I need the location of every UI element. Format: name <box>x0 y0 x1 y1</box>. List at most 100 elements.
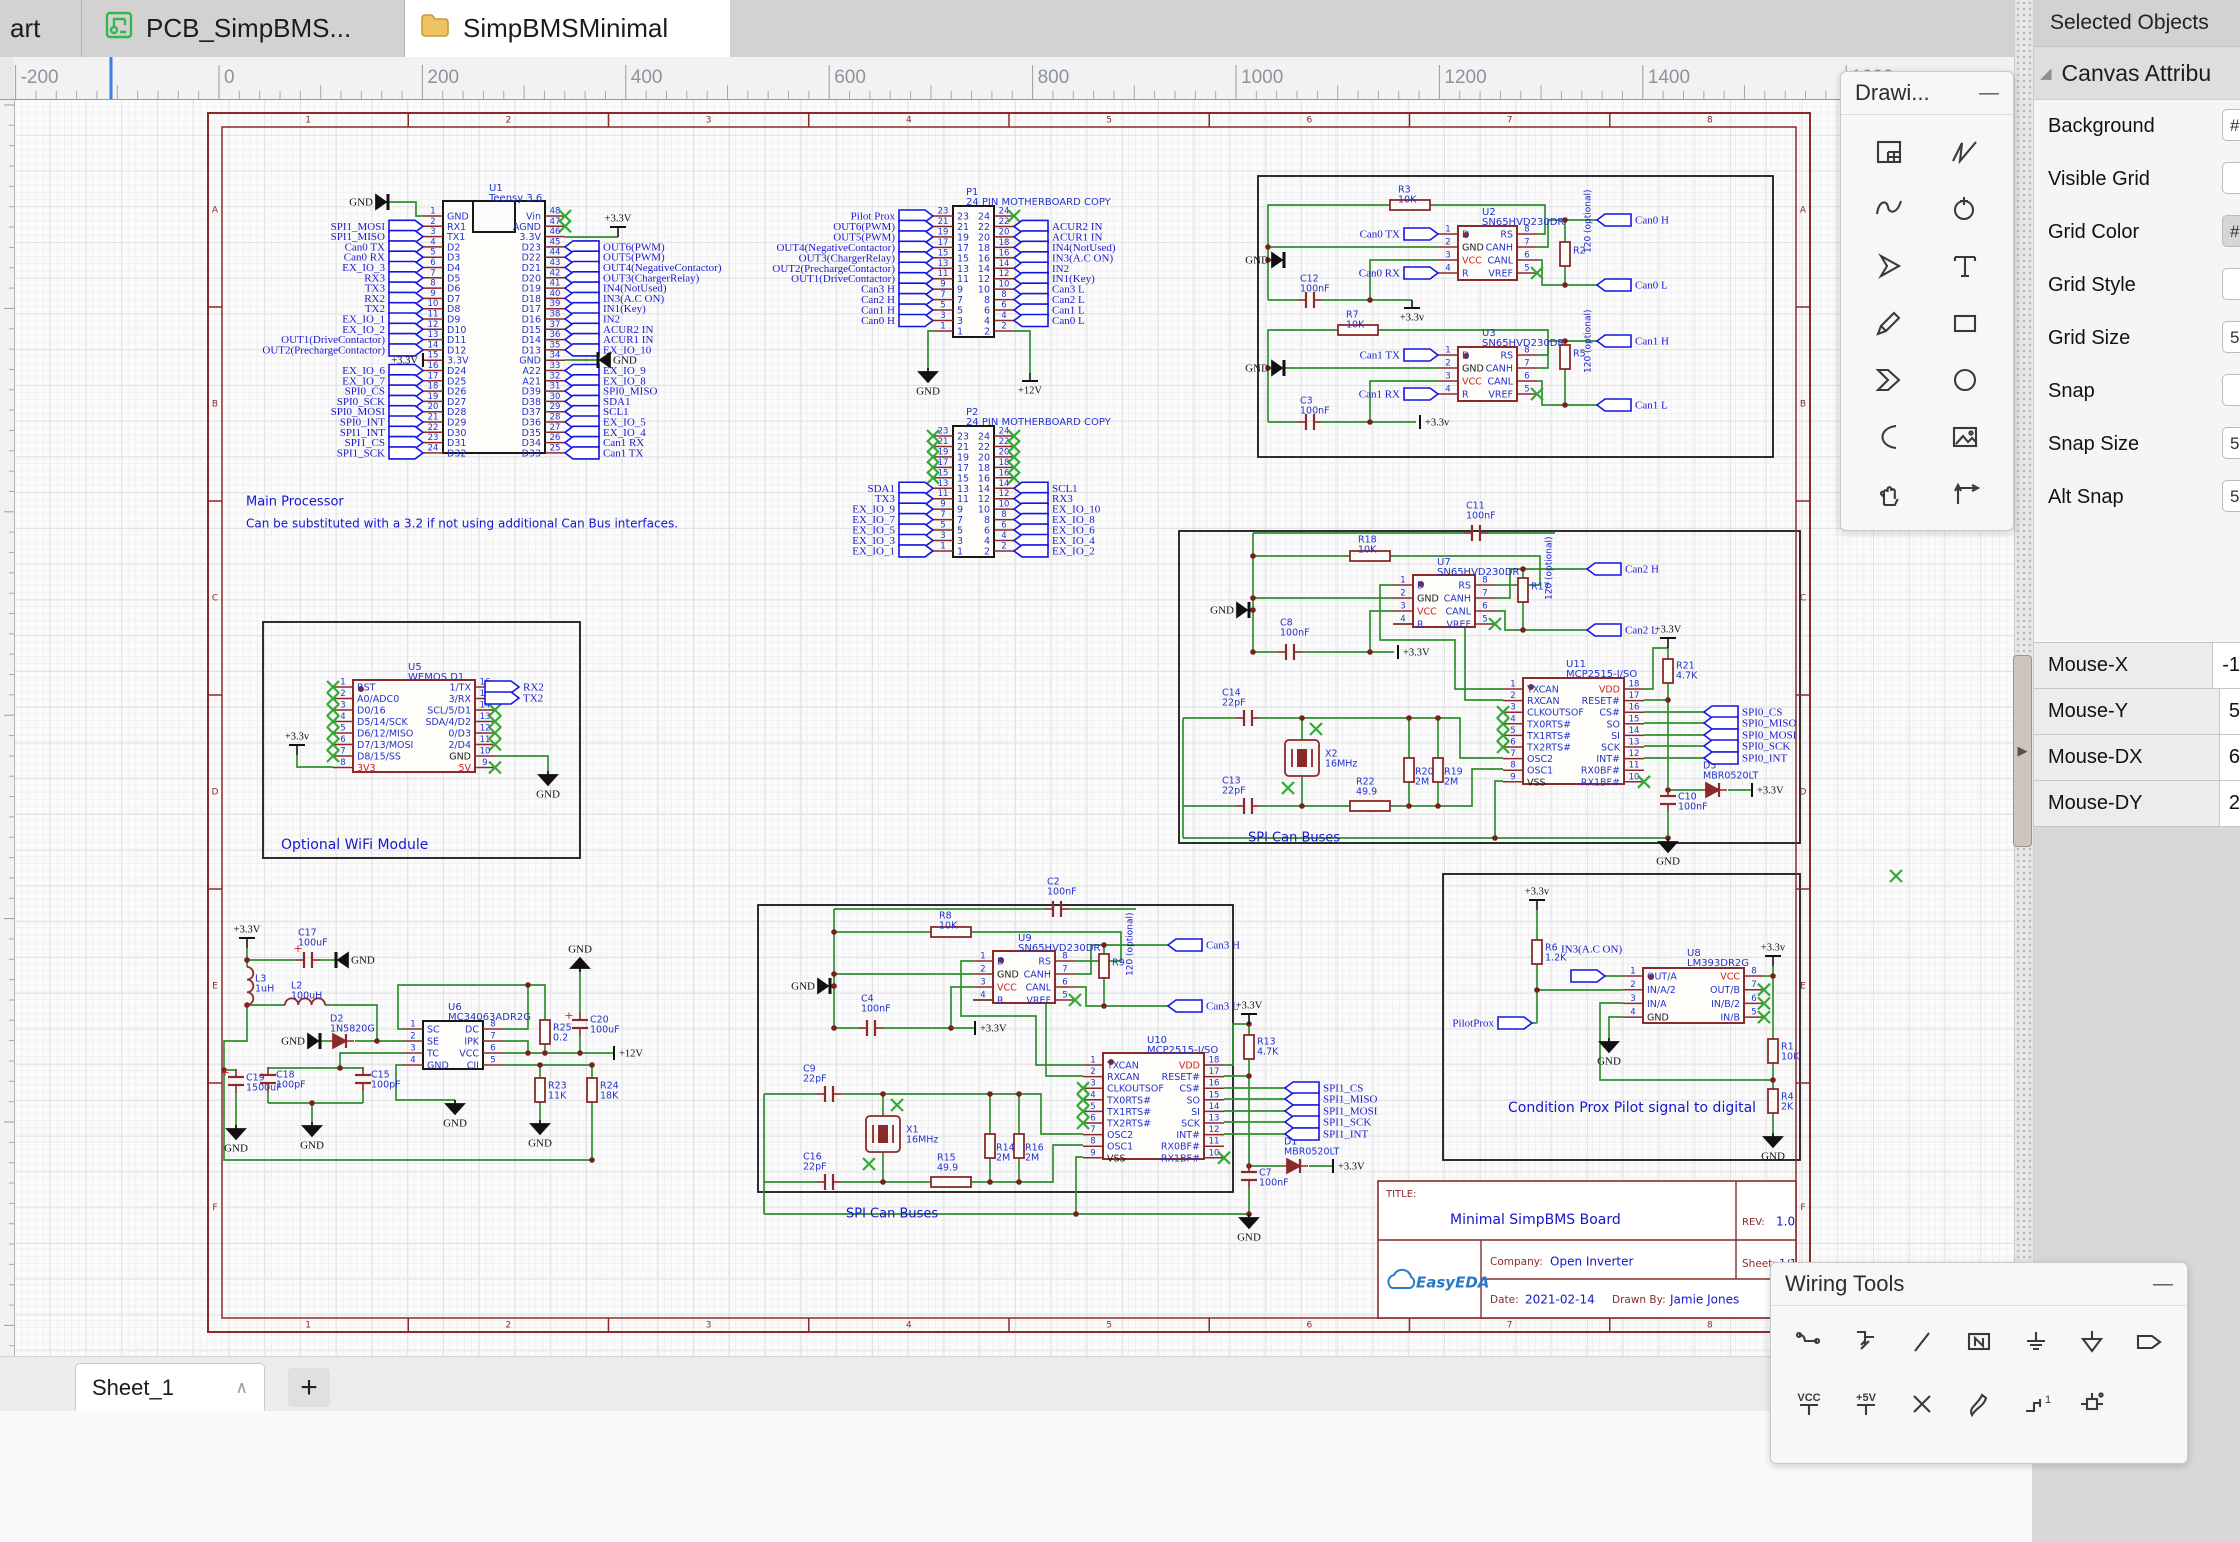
net-flag[interactable] <box>1404 388 1438 400</box>
net-flag[interactable] <box>1014 315 1048 327</box>
move-tool-icon[interactable] <box>1927 465 2003 522</box>
net-name[interactable]: Can0 H <box>1635 215 1669 227</box>
gnd-symbol[interactable] <box>338 953 348 967</box>
collapse-icon[interactable]: ◢ <box>2040 64 2052 82</box>
pin-tool-icon[interactable]: 1 <box>2007 1382 2064 1426</box>
net-flag[interactable] <box>1285 1093 1319 1105</box>
minimize-icon[interactable]: — <box>1979 82 1999 105</box>
resistor-R9[interactable] <box>1099 954 1109 978</box>
gnd-symbol[interactable] <box>1764 1137 1782 1147</box>
diode-D2[interactable] <box>333 1034 346 1048</box>
net-name[interactable]: TX2 <box>523 693 543 705</box>
net-flag[interactable] <box>1285 1116 1319 1128</box>
resistor-R23[interactable] <box>535 1078 545 1102</box>
resistor-R4[interactable] <box>1768 1089 1778 1113</box>
net-name[interactable]: SPI0_SCK <box>1742 741 1790 753</box>
canvas-attributes-header[interactable]: ◢ Canvas Attribu <box>2032 47 2240 100</box>
attribute-input[interactable]: 5 <box>2222 480 2240 512</box>
component-value[interactable]: SN65HVD230DR <box>1482 217 1564 228</box>
image-tool-icon[interactable] <box>1927 408 2003 465</box>
component-value[interactable]: SN65HVD230DR <box>1482 338 1564 349</box>
net-label-tool-icon[interactable] <box>1951 1320 2008 1364</box>
caption[interactable]: Can be substituted with a 3.2 if not usi… <box>246 517 678 531</box>
sheet-tool-icon[interactable] <box>1851 123 1927 180</box>
component-value[interactable]: MCP2515-I/SO <box>1566 669 1637 680</box>
component-value[interactable]: SN65HVD230DR <box>1018 943 1100 954</box>
text-tool-icon[interactable] <box>1927 237 2003 294</box>
net-name[interactable]: Can2 H <box>1625 564 1659 576</box>
net-name[interactable]: OUT2(PrechargeContactor) <box>262 344 385 356</box>
gnd-symbol[interactable] <box>539 775 557 785</box>
wire[interactable] <box>1609 1017 1623 1038</box>
gnd-symbol[interactable] <box>1237 603 1247 617</box>
wire[interactable] <box>1370 260 1438 300</box>
gnd-symbol[interactable] <box>1659 842 1677 852</box>
diode-D1[interactable] <box>1287 1159 1300 1173</box>
net-flag[interactable] <box>899 545 933 557</box>
net-name[interactable]: Can3 H <box>1206 940 1240 952</box>
component-value[interactable]: 24 PIN MOTHERBOARD COPY <box>966 417 1112 428</box>
attribute-input[interactable]: # <box>2222 215 2240 247</box>
ellipse-tool-icon[interactable] <box>1927 351 2003 408</box>
net-name[interactable]: EX_IO_1 <box>852 545 895 557</box>
gnd-symbol[interactable] <box>1272 361 1282 375</box>
caption[interactable]: SPI Can Buses <box>1248 831 1340 846</box>
attribute-input[interactable]: # <box>2222 109 2240 141</box>
sheet-tab[interactable]: Sheet_1 ∧ <box>75 1363 265 1411</box>
net-flag[interactable] <box>389 447 423 459</box>
polyline-tool-icon[interactable] <box>1927 123 2003 180</box>
resistor-R21[interactable] <box>1663 659 1673 683</box>
pen-tool-icon[interactable] <box>1951 1382 2008 1426</box>
wire[interactable] <box>1075 987 1168 1006</box>
caption[interactable]: 120 (optional) <box>1584 189 1594 253</box>
attribute-input[interactable]: 5 <box>2222 321 2240 353</box>
resistor-R15[interactable] <box>931 1177 971 1187</box>
drawing-tools-header[interactable]: Drawi... — <box>1841 72 2013 115</box>
ground-2-tool-icon[interactable] <box>2064 1320 2121 1364</box>
wire[interactable] <box>928 331 933 368</box>
caption[interactable]: IN3(A.C ON) <box>1561 944 1622 956</box>
wiring-tools-panel[interactable]: Wiring Tools — VCC+5V 1 <box>1770 1262 2188 1464</box>
component-value[interactable]: Teensy 3.6 <box>488 193 542 204</box>
attribute-input[interactable] <box>2222 268 2240 300</box>
net-flag[interactable] <box>1704 752 1738 764</box>
caption[interactable]: 120 (optional) <box>1126 912 1136 976</box>
probe-tool-icon[interactable] <box>2064 1382 2121 1426</box>
wire[interactable] <box>1370 611 1393 652</box>
plus-5v-tool-icon[interactable]: +5V <box>1838 1382 1895 1426</box>
arc-tool-icon[interactable] <box>1851 180 1927 237</box>
polygon-tool-icon[interactable] <box>1851 351 1927 408</box>
wire[interactable] <box>1260 718 1503 758</box>
net-flag[interactable] <box>1168 1000 1202 1012</box>
component-value[interactable]: MCP2515-I/SO <box>1147 1045 1218 1056</box>
gnd-symbol[interactable] <box>308 1034 318 1048</box>
arrow-tool-icon[interactable] <box>1851 237 1927 294</box>
resistor-R14[interactable] <box>985 1134 995 1158</box>
no-connect-tool-icon[interactable] <box>1894 1382 1951 1426</box>
attribute-input[interactable]: 5 <box>2222 427 2240 459</box>
attribute-input[interactable] <box>2222 374 2240 406</box>
pencil-tool-icon[interactable] <box>1851 294 1927 351</box>
wiring-tools-header[interactable]: Wiring Tools — <box>1771 1263 2187 1306</box>
net-name[interactable]: SPI1_INT <box>1323 1129 1369 1141</box>
resistor-R13[interactable] <box>1244 1035 1254 1059</box>
net-flag[interactable] <box>1704 740 1738 752</box>
wire[interactable] <box>1495 781 1503 838</box>
tab-simpbmsminimal-active[interactable]: SimpBMSMinimal <box>405 0 730 57</box>
wire[interactable] <box>1014 331 1030 373</box>
vcc-tool-icon[interactable]: VCC <box>1781 1382 1838 1426</box>
resistor-R2[interactable] <box>1560 242 1570 266</box>
gnd-symbol[interactable] <box>919 372 937 382</box>
net-flag[interactable] <box>389 344 423 356</box>
wire[interactable] <box>340 1053 403 1068</box>
net-name[interactable]: Can1 H <box>1635 336 1669 348</box>
net-name[interactable]: EX_IO_2 <box>1052 545 1095 557</box>
resistor-R17[interactable] <box>1518 578 1528 602</box>
resistor-R6[interactable] <box>1532 940 1542 964</box>
resistor-R24[interactable] <box>587 1078 597 1102</box>
drawing-tools-panel[interactable]: Drawi... — <box>1840 71 2014 531</box>
net-name[interactable]: PilotProx <box>1452 1018 1494 1030</box>
net-flag[interactable] <box>1597 335 1631 347</box>
drag-tool-icon[interactable] <box>1851 465 1927 522</box>
caption[interactable]: SPI Can Buses <box>846 1207 938 1222</box>
